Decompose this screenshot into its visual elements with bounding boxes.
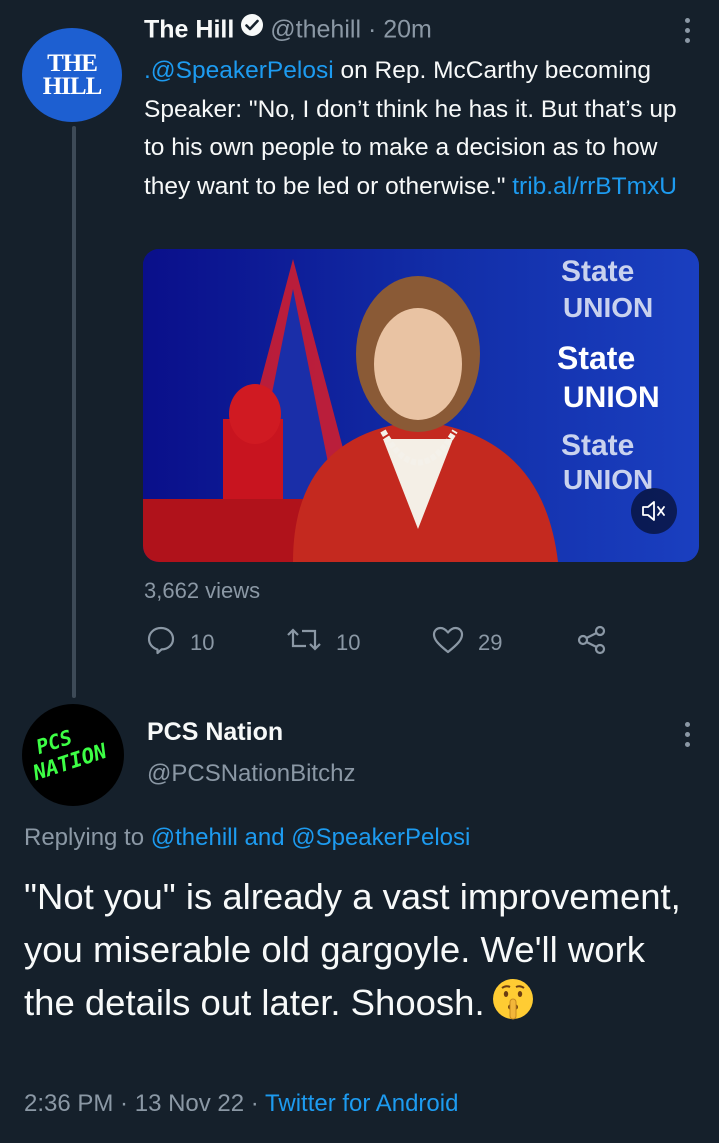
overlay-text-6: UNION [563, 464, 653, 495]
article-link[interactable]: trib.al/rrBTmxU [512, 173, 677, 200]
like-button[interactable]: 29 [432, 626, 502, 660]
mention-link[interactable]: .@SpeakerPelosi [144, 57, 334, 84]
share-icon [576, 625, 608, 661]
replying-to-thehill[interactable]: @thehill [151, 824, 238, 851]
overlay-text-2: UNION [563, 292, 653, 323]
retweet-button[interactable]: 10 [286, 626, 360, 660]
reply-metadata: 2:36 PM · 13 Nov 22 · Twitter for Androi… [24, 1090, 458, 1118]
reply-time: 2:36 PM [24, 1090, 114, 1117]
overlay-text-1: State [561, 255, 634, 288]
overlay-text-3: State [557, 340, 635, 376]
mute-icon[interactable] [631, 488, 677, 534]
like-icon [432, 625, 464, 661]
replying-prefix: Replying to [24, 824, 151, 851]
header-separator: · [361, 15, 384, 44]
avatar-text-line-1: THE [47, 50, 98, 77]
shushing-face-emoji [491, 977, 535, 1035]
retweet-icon [286, 626, 322, 660]
retweet-count: 10 [336, 630, 361, 655]
overlay-text-4: UNION [563, 381, 660, 414]
thread-line [72, 126, 76, 698]
video-frame: State UNION State UNION State UNION [143, 249, 699, 562]
author-handle[interactable]: @thehill [270, 16, 361, 44]
reply-button[interactable]: 10 [146, 626, 214, 660]
reply-author-name[interactable]: PCS Nation [147, 718, 283, 747]
replying-to: Replying to @thehill and @SpeakerPelosi [24, 824, 470, 852]
like-count: 29 [478, 630, 503, 655]
view-count: 3,662 views [144, 578, 261, 603]
avatar-text-line-2: HILL [42, 73, 103, 100]
share-button[interactable] [576, 625, 608, 661]
meta-separator-2: · [244, 1090, 266, 1117]
reply-source[interactable]: Twitter for Android [265, 1090, 458, 1117]
pcs-nation-avatar[interactable]: PCS NATION [22, 704, 124, 806]
reply-date: 13 Nov 22 [134, 1090, 245, 1117]
tweet-header: The Hill @thehill · 20m [144, 12, 432, 50]
video-player[interactable]: State UNION State UNION State UNION [143, 249, 699, 562]
reply-icon [146, 625, 176, 661]
tweet-text: .@SpeakerPelosi on Rep. McCarthy becomin… [144, 52, 694, 206]
overlay-text-5: State [561, 429, 634, 462]
the-hill-avatar[interactable]: THE HILL [22, 28, 122, 122]
reply-count: 10 [190, 630, 215, 655]
reply-body: "Not you" is already a vast improvement,… [24, 876, 681, 1023]
more-options-icon[interactable] [683, 722, 691, 747]
tweet-time[interactable]: 20m [383, 16, 432, 44]
reply-text: "Not you" is already a vast improvement,… [24, 870, 704, 1035]
replying-and: and [237, 824, 292, 851]
reply-author-handle[interactable]: @PCSNationBitchz [147, 760, 355, 788]
meta-separator-1: · [113, 1090, 135, 1117]
verified-badge-icon [240, 12, 264, 46]
replying-to-speakerpelosi[interactable]: @SpeakerPelosi [291, 824, 470, 851]
author-name[interactable]: The Hill [144, 16, 234, 44]
more-options-icon[interactable] [683, 18, 691, 43]
